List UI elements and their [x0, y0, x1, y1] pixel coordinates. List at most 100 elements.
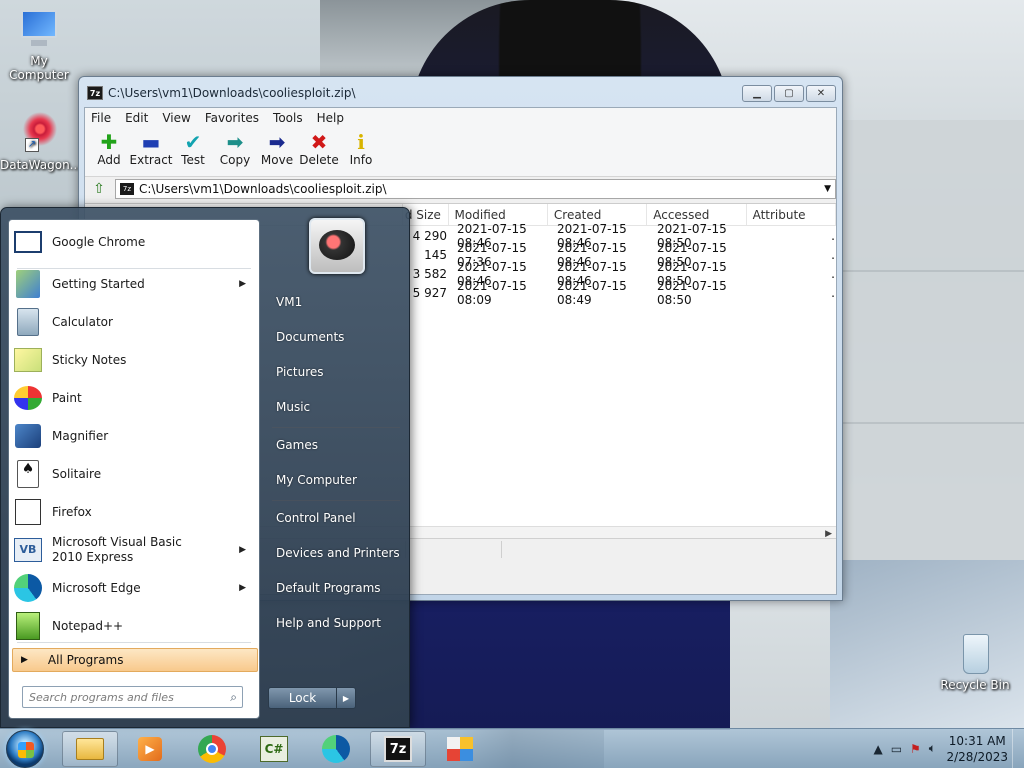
submenu-arrow-icon: ▶ [239, 279, 246, 289]
extract-button[interactable]: ▬ Extract [130, 127, 173, 176]
desktop-icon-recycle-bin[interactable]: Recycle Bin [936, 632, 1014, 692]
cell-attributes: . [831, 247, 835, 262]
start-program-getting-started[interactable]: Getting Started ▶ [12, 266, 256, 302]
start-program-firefox[interactable]: Firefox [12, 494, 256, 530]
search-icon[interactable]: ⌕ [230, 690, 237, 705]
window-titlebar[interactable]: 7z C:\Users\vm1\Downloads\cooliesploit.z… [79, 77, 842, 109]
start-link-games[interactable]: Games [276, 438, 318, 452]
program-label: Magnifier [52, 429, 109, 443]
tool-label: Add [97, 153, 121, 167]
move-button[interactable]: ➡ Move [259, 127, 295, 176]
taskbar-media-player[interactable]: ▶ [122, 731, 178, 767]
program-label: Microsoft Visual Basic 2010 Express [52, 535, 182, 564]
test-button[interactable]: ✔ Test [175, 127, 211, 176]
arrow-right-icon: ➡ [268, 130, 286, 154]
menu-edit[interactable]: Edit [125, 111, 148, 125]
copy-button[interactable]: ➡ Copy [217, 127, 253, 176]
getting-started-icon [12, 268, 44, 300]
info-button[interactable]: i Info [343, 127, 379, 176]
start-program-solitaire[interactable]: ♠ Solitaire [12, 456, 256, 492]
taskbar-windows-app[interactable] [432, 731, 488, 767]
start-link-control-panel[interactable]: Control Panel [276, 511, 356, 525]
start-link-default-programs[interactable]: Default Programs [276, 581, 381, 595]
menu-tools[interactable]: Tools [273, 111, 303, 125]
start-menu-programs: ▶ All Programs Search programs and files… [8, 219, 260, 719]
taskbar-csharp[interactable]: C# [246, 731, 302, 767]
menu-help[interactable]: Help [317, 111, 344, 125]
window-title: C:\Users\vm1\Downloads\cooliesploit.zip\ [108, 86, 356, 100]
dropdown-arrow-icon[interactable]: ▼ [824, 184, 831, 194]
check-icon: ✔ [184, 130, 202, 154]
add-button[interactable]: ✚ Add [91, 127, 127, 176]
start-program-microsoft-edge[interactable]: Microsoft Edge ▶ [12, 570, 256, 606]
start-program-notepad[interactable]: Notepad++ [12, 608, 256, 644]
start-link-pictures[interactable]: Pictures [276, 365, 324, 379]
start-program-microsoft-visual-basic-2010-express[interactable]: VB Microsoft Visual Basic 2010 Express ▶ [12, 532, 256, 568]
menu-file[interactable]: File [91, 111, 111, 125]
start-link-help-support[interactable]: Help and Support [276, 616, 381, 630]
start-button[interactable] [6, 730, 44, 768]
start-program-sticky-notes[interactable]: Sticky Notes [12, 342, 256, 378]
chevron-right-icon[interactable]: ▶ [337, 688, 355, 708]
explorer-icon [75, 734, 105, 764]
cell-accessed: 2021-07-15 08:50 [657, 278, 727, 307]
program-label: Google Chrome [52, 235, 146, 249]
cell-size: 5 927 [412, 285, 447, 300]
action-center-icon[interactable]: ⚑ [910, 742, 921, 756]
edge-icon [12, 572, 44, 604]
computer-icon [17, 8, 61, 52]
show-desktop-button[interactable] [1012, 729, 1024, 768]
visual-basic-icon: VB [12, 534, 44, 566]
start-link-my-computer[interactable]: My Computer [276, 473, 357, 487]
start-link-music[interactable]: Music [276, 400, 310, 414]
start-search-input[interactable]: Search programs and files ⌕ [22, 686, 243, 708]
maximize-button[interactable]: ▢ [774, 85, 804, 102]
show-hidden-icons-icon[interactable]: ▲ [873, 742, 882, 756]
lock-button[interactable]: Lock ▶ [268, 687, 356, 709]
taskbar-7zip[interactable]: 7z [370, 731, 426, 767]
taskbar-explorer[interactable] [62, 731, 118, 767]
7zip-icon: 7z [87, 86, 103, 100]
start-link-vm1[interactable]: VM1 [276, 295, 302, 309]
x-icon: ✖ [310, 130, 328, 154]
magnifier-icon [12, 420, 44, 452]
menu-view[interactable]: View [162, 111, 190, 125]
desktop-icon-datawagon[interactable]: ↗ DataWagon... [0, 112, 81, 172]
start-program-paint[interactable]: Paint [12, 380, 256, 416]
tool-label: Info [349, 153, 373, 167]
user-picture[interactable] [309, 218, 365, 274]
taskbar-edge[interactable] [308, 731, 364, 767]
network-icon[interactable]: ▭ [891, 742, 902, 756]
cell-size: 145 [424, 247, 447, 262]
up-folder-button[interactable]: ⇧ [89, 179, 109, 199]
plus-icon: ✚ [100, 130, 118, 154]
all-programs-button[interactable]: ▶ All Programs [12, 648, 258, 672]
cell-created: 2021-07-15 08:49 [557, 278, 627, 307]
desktop-icon-label: Recycle Bin [940, 678, 1010, 692]
minimize-button[interactable]: ▁ [742, 85, 772, 102]
cell-size: 4 290 [412, 228, 447, 243]
folder-up-icon: ⇧ [93, 181, 105, 197]
start-program-google-chrome[interactable]: Google Chrome [12, 224, 256, 260]
address-input[interactable]: 7z C:\Users\vm1\Downloads\cooliesploit.z… [115, 179, 836, 199]
program-label: Firefox [52, 505, 92, 519]
desktop-icon-my-computer[interactable]: My Computer [0, 8, 78, 82]
delete-button[interactable]: ✖ Delete [299, 127, 338, 176]
lock-label[interactable]: Lock [269, 688, 337, 708]
cell-attributes: . [831, 266, 835, 281]
calculator-icon [12, 306, 44, 338]
chrome-icon [12, 226, 44, 258]
start-menu: ▶ All Programs Search programs and files… [0, 207, 410, 728]
start-program-magnifier[interactable]: Magnifier [12, 418, 256, 454]
clock[interactable]: 10:31 AM 2/28/2023 [946, 733, 1008, 765]
notepadpp-icon [12, 610, 44, 642]
taskbar-chrome[interactable] [184, 731, 240, 767]
column-attributes[interactable]: Attribute [747, 204, 836, 225]
start-program-calculator[interactable]: Calculator [12, 304, 256, 340]
start-link-documents[interactable]: Documents [276, 330, 344, 344]
close-button[interactable]: ✕ [806, 85, 836, 102]
recycle-bin-icon [953, 632, 997, 676]
menu-favorites[interactable]: Favorites [205, 111, 259, 125]
start-link-devices-printers[interactable]: Devices and Printers [276, 546, 400, 560]
volume-icon[interactable]: 🔈︎ [929, 741, 936, 756]
